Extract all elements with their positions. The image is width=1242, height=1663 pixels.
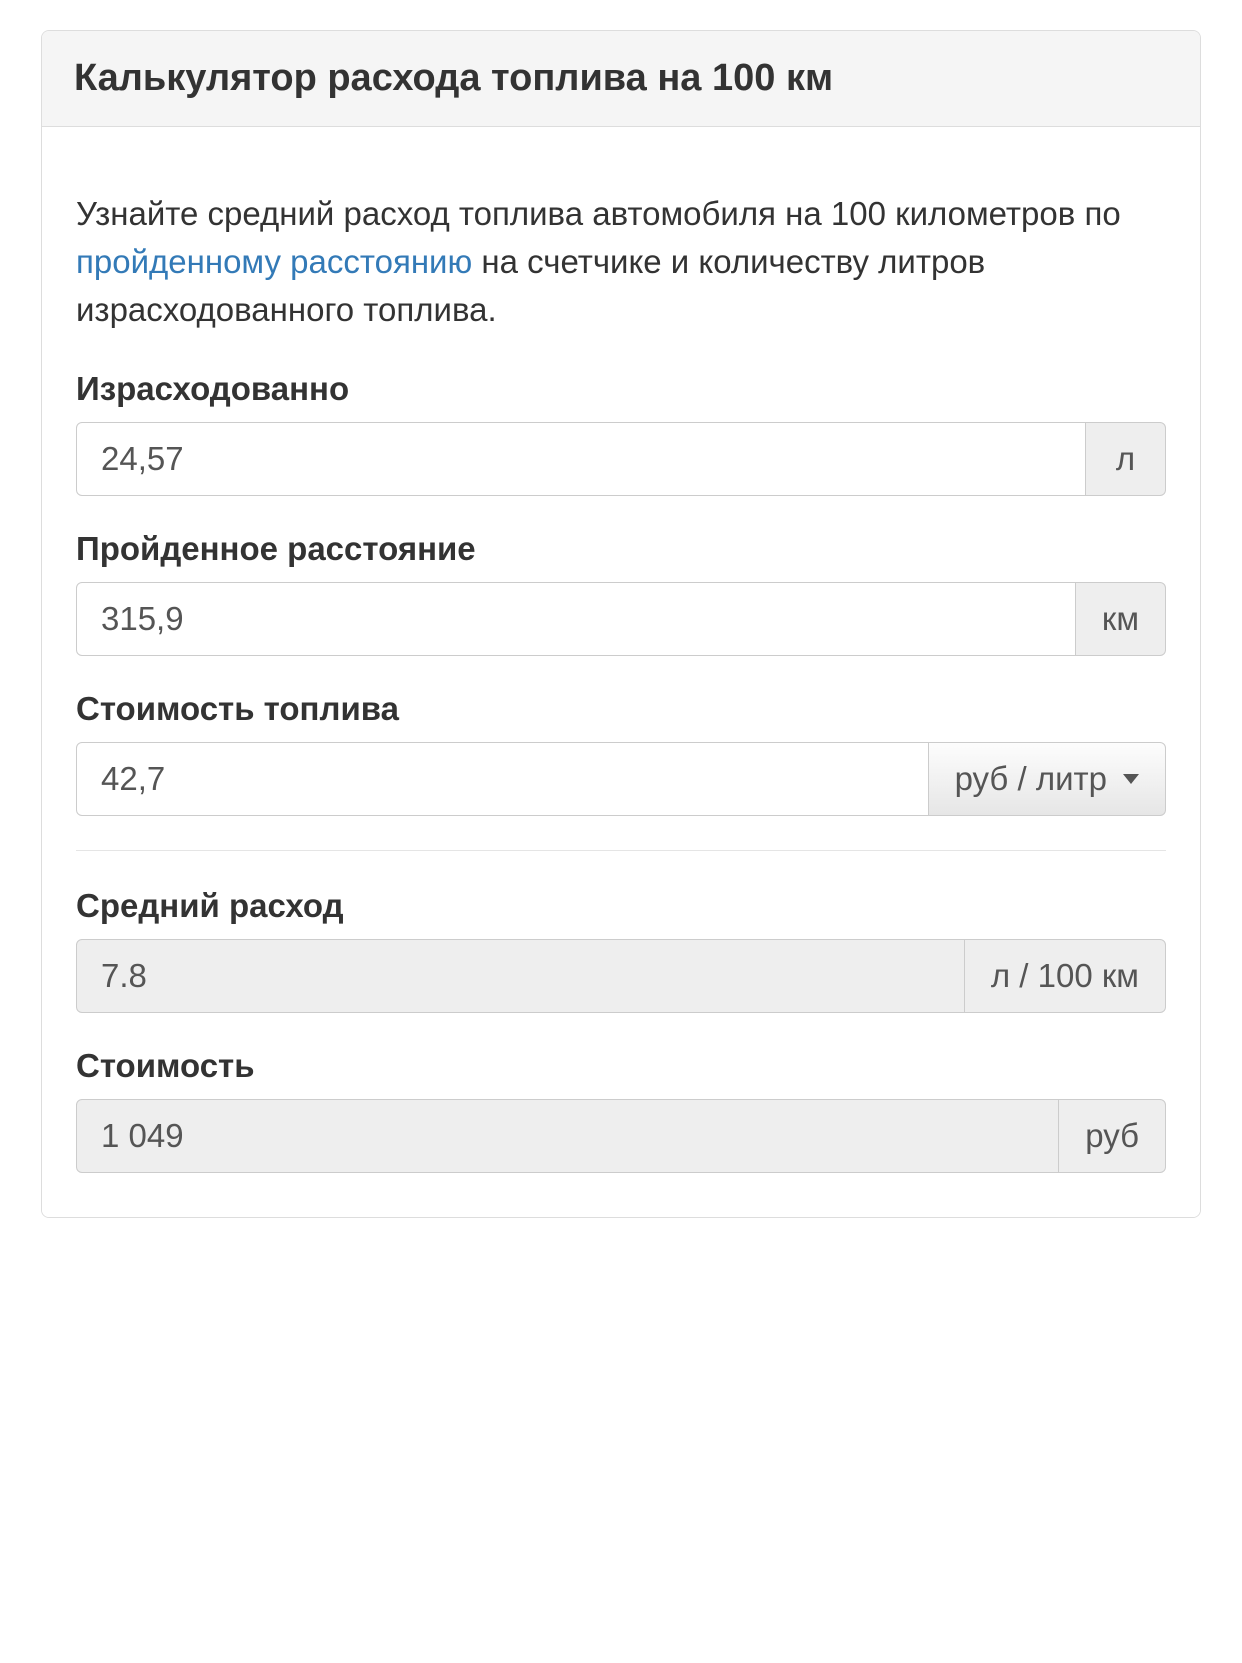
calculator-panel: Калькулятор расхода топлива на 100 км Уз…: [41, 30, 1201, 1218]
distance-link[interactable]: пройденному расстоянию: [76, 243, 472, 280]
cost-unit: руб: [1059, 1099, 1166, 1173]
field-distance: Пройденное расстояние км: [76, 530, 1166, 656]
distance-input[interactable]: [76, 582, 1076, 656]
cost-label: Стоимость: [76, 1047, 1166, 1085]
avg-label: Средний расход: [76, 887, 1166, 925]
panel-title: Калькулятор расхода топлива на 100 км: [42, 31, 1200, 127]
panel-body: Узнайте средний расход топлива автомобил…: [42, 127, 1200, 1217]
cost-output: [76, 1099, 1059, 1173]
field-cost: Стоимость руб: [76, 1047, 1166, 1173]
avg-output: [76, 939, 965, 1013]
divider: [76, 850, 1166, 851]
consumed-input[interactable]: [76, 422, 1086, 496]
distance-label: Пройденное расстояние: [76, 530, 1166, 568]
price-label: Стоимость топлива: [76, 690, 1166, 728]
consumed-unit: л: [1086, 422, 1166, 496]
distance-unit: км: [1076, 582, 1166, 656]
field-price: Стоимость топлива руб / литр: [76, 690, 1166, 816]
consumed-label: Израсходованно: [76, 370, 1166, 408]
intro-before: Узнайте средний расход топлива автомобил…: [76, 195, 1121, 232]
price-input[interactable]: [76, 742, 929, 816]
field-consumed: Израсходованно л: [76, 370, 1166, 496]
intro-text: Узнайте средний расход топлива автомобил…: [76, 190, 1166, 334]
price-unit-label: руб / литр: [955, 760, 1107, 798]
avg-unit: л / 100 км: [965, 939, 1166, 1013]
caret-down-icon: [1123, 774, 1139, 784]
field-avg: Средний расход л / 100 км: [76, 887, 1166, 1013]
price-unit-dropdown[interactable]: руб / литр: [929, 742, 1166, 816]
